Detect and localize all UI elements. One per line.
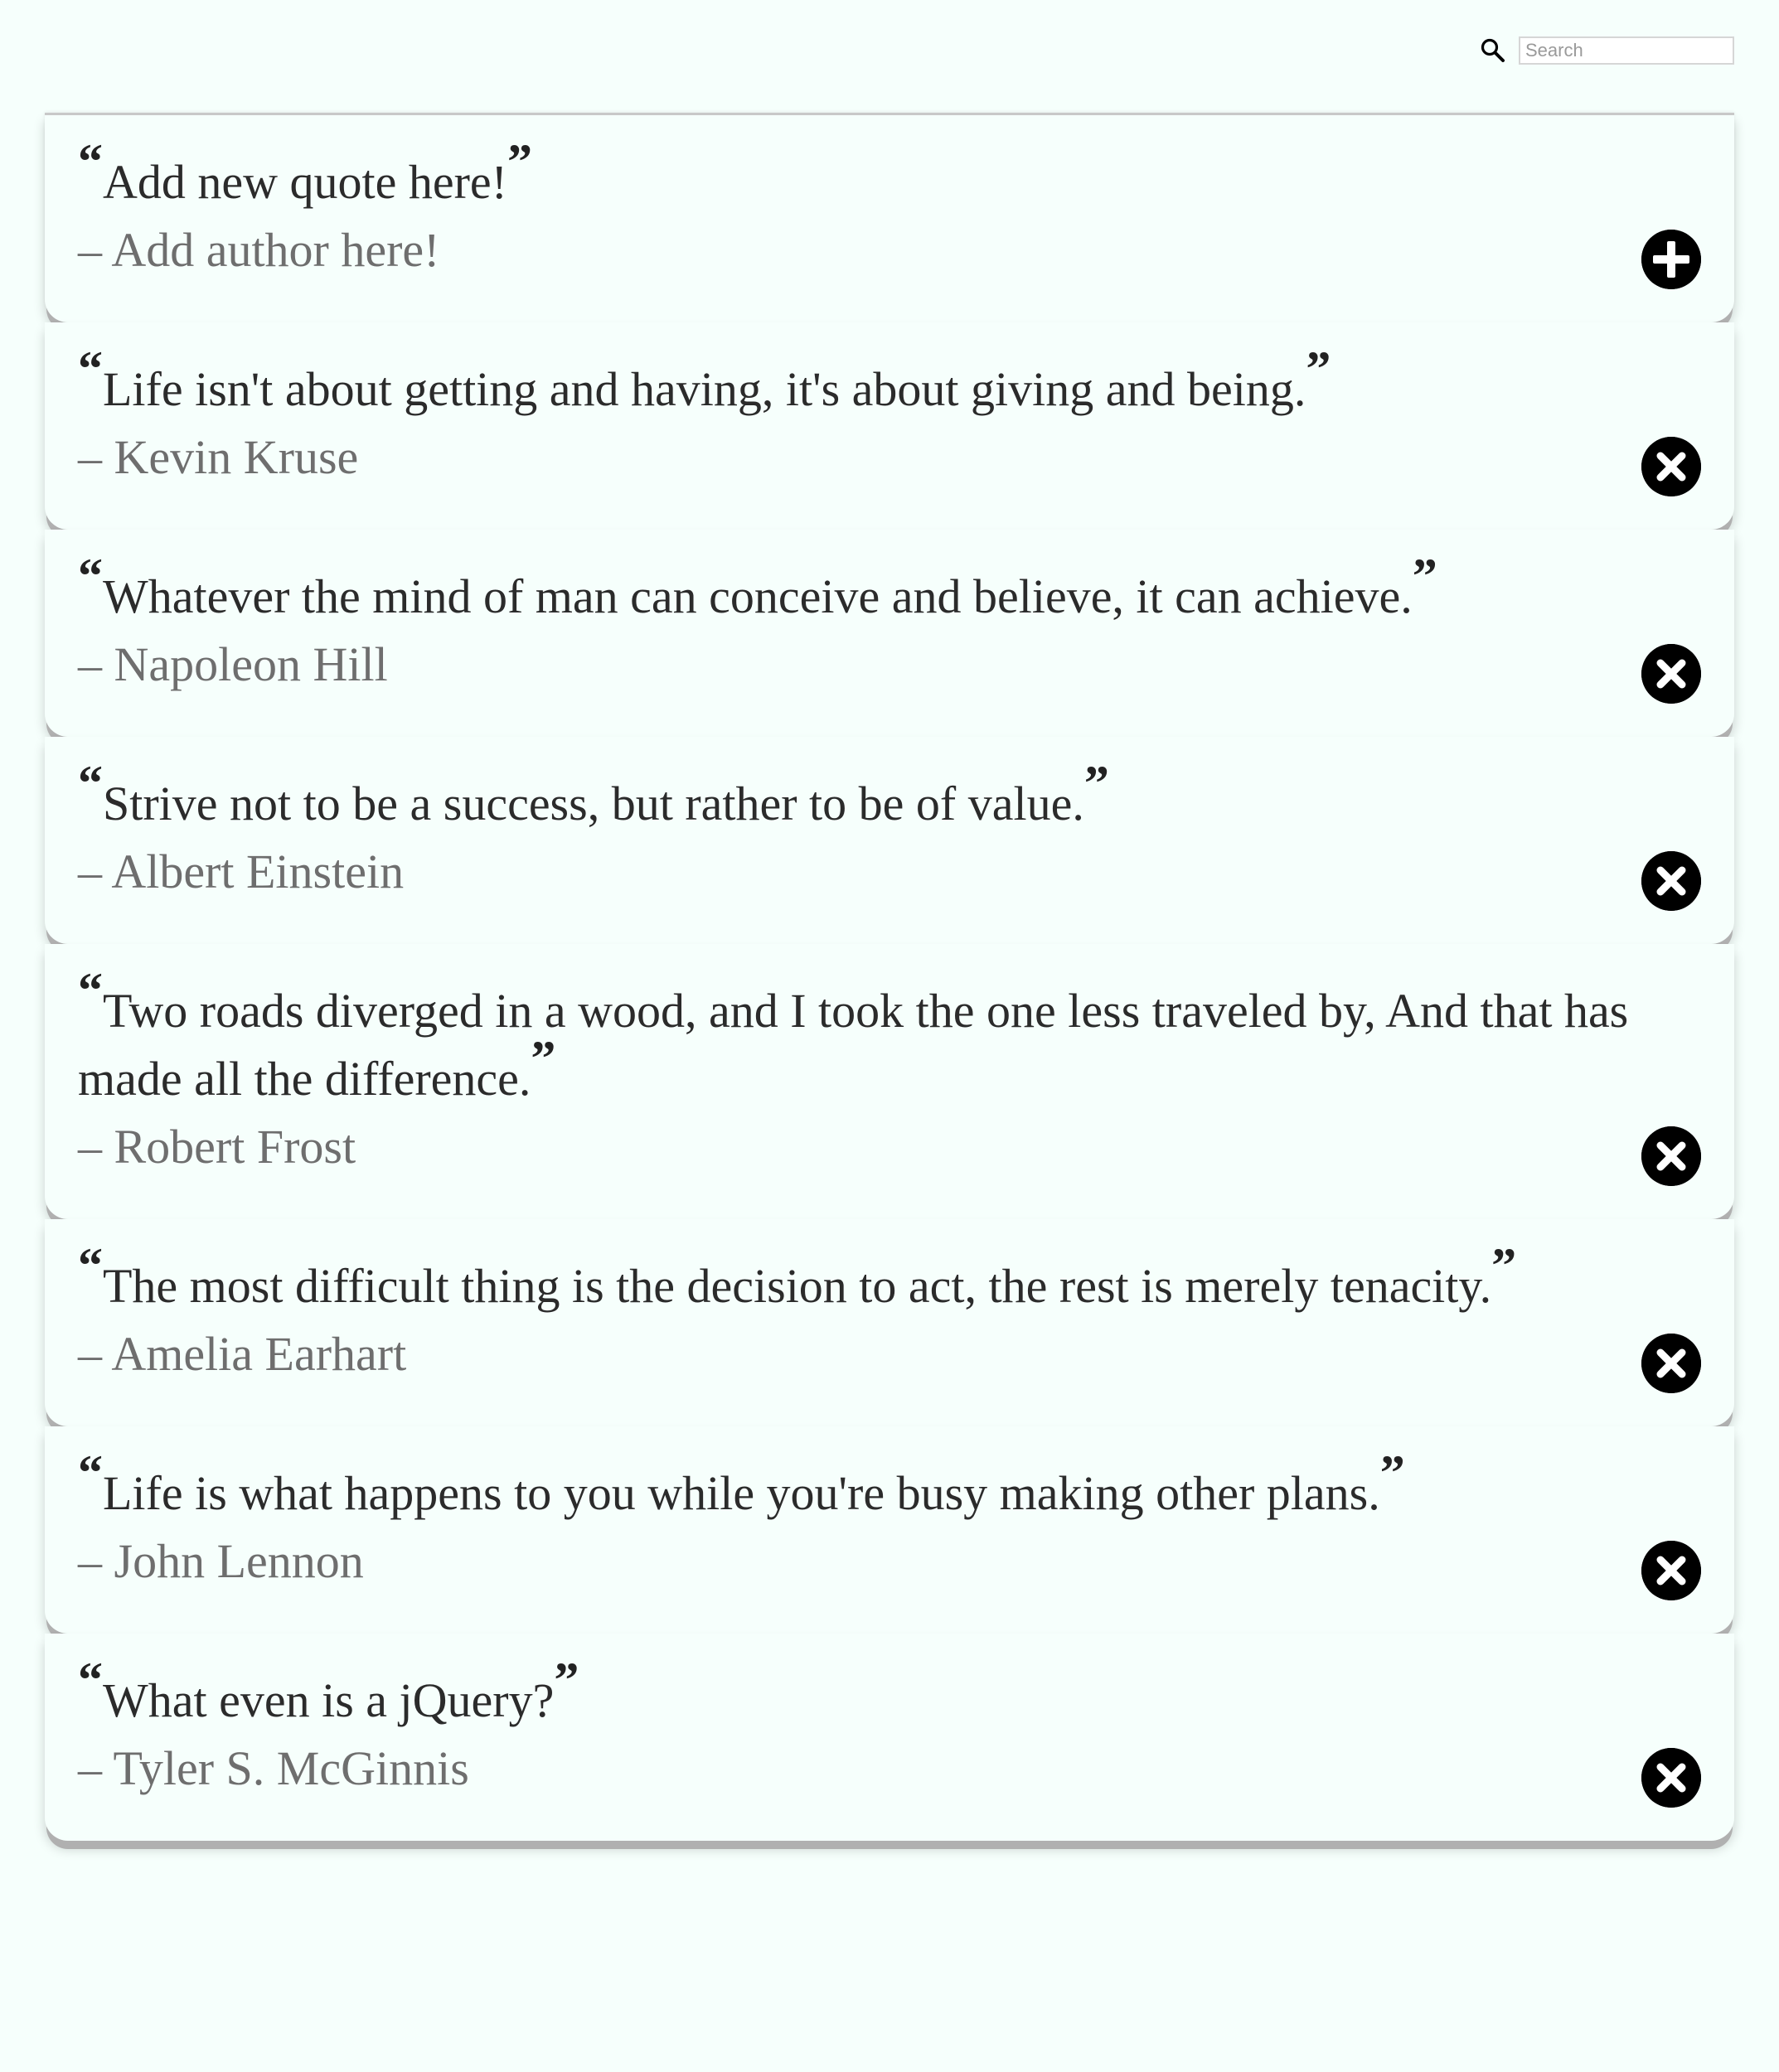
close-circle-icon xyxy=(1641,1541,1701,1600)
open-quote-mark: “ xyxy=(78,1238,103,1293)
delete-quote-button[interactable] xyxy=(1641,437,1701,496)
delete-quote-button[interactable] xyxy=(1641,1748,1701,1808)
author-dash: – xyxy=(78,223,102,277)
delete-quote-button[interactable] xyxy=(1641,1126,1701,1186)
open-quote-mark: “ xyxy=(78,134,103,189)
new-quote-input[interactable]: Add new quote here! xyxy=(103,155,507,209)
quote-card: “Strive not to be a success, but rather … xyxy=(45,737,1734,944)
quote-text: “Two roads diverged in a wood, and I too… xyxy=(78,966,1635,1113)
delete-quote-button[interactable] xyxy=(1641,1334,1701,1393)
quote-author: – Napoleon Hill xyxy=(78,631,1635,699)
search-icon xyxy=(1479,36,1507,65)
author-dash: – xyxy=(78,1741,102,1795)
close-quote-mark: ” xyxy=(554,1653,579,1707)
author-name: Albert Einstein xyxy=(111,845,405,898)
new-author-line[interactable]: – Add author here! xyxy=(78,216,1635,284)
author-name: Napoleon Hill xyxy=(114,637,388,691)
close-quote-mark: ” xyxy=(1412,549,1437,603)
quote-body: Two roads diverged in a wood, and I took… xyxy=(78,984,1629,1106)
author-name: Robert Frost xyxy=(114,1120,356,1174)
close-circle-icon xyxy=(1641,437,1701,496)
add-quote-button[interactable] xyxy=(1641,230,1701,289)
author-dash: – xyxy=(78,1534,102,1588)
quote-author: – Kevin Kruse xyxy=(78,424,1635,491)
close-circle-icon xyxy=(1641,644,1701,704)
author-name: John Lennon xyxy=(114,1534,364,1588)
quote-body: Life is what happens to you while you're… xyxy=(103,1466,1380,1520)
quote-card: “What even is a jQuery?” – Tyler S. McGin… xyxy=(45,1634,1734,1841)
quote-author: – Amelia Earhart xyxy=(78,1320,1635,1388)
author-dash: – xyxy=(78,1120,102,1174)
quote-text: “Whatever the mind of man can conceive a… xyxy=(78,551,1635,631)
close-quote-mark: ” xyxy=(1306,341,1331,396)
delete-quote-button[interactable] xyxy=(1641,851,1701,911)
quote-card: “Life is what happens to you while you'r… xyxy=(45,1426,1734,1634)
close-quote-mark: ” xyxy=(507,134,532,189)
new-quote-card: “Add new quote here!” – Add author here! xyxy=(45,113,1734,322)
quote-text: “The most difficult thing is the decisio… xyxy=(78,1241,1635,1320)
close-quote-mark: ” xyxy=(1083,756,1109,811)
search-bar xyxy=(1479,36,1734,65)
delete-quote-button[interactable] xyxy=(1641,644,1701,704)
close-circle-icon xyxy=(1641,1748,1701,1808)
quote-text: “Life is what happens to you while you'r… xyxy=(78,1448,1635,1527)
quote-text: “What even is a jQuery?” xyxy=(78,1655,1635,1735)
quote-author: – Albert Einstein xyxy=(78,838,1635,906)
quote-card: “The most difficult thing is the decisio… xyxy=(45,1219,1734,1426)
author-dash: – xyxy=(78,430,102,484)
open-quote-mark: “ xyxy=(78,1653,103,1707)
open-quote-mark: “ xyxy=(78,341,103,396)
open-quote-mark: “ xyxy=(78,963,103,1018)
author-dash: – xyxy=(78,637,102,691)
close-quote-mark: ” xyxy=(1491,1238,1517,1293)
quote-author: – Tyler S. McGinnis xyxy=(78,1735,1635,1803)
quote-text: “Strive not to be a success, but rather … xyxy=(78,758,1635,838)
quote-author: – John Lennon xyxy=(78,1527,1635,1595)
search-input[interactable] xyxy=(1519,36,1734,65)
author-name: Tyler S. McGinnis xyxy=(113,1741,469,1795)
quote-body: Strive not to be a success, but rather t… xyxy=(103,777,1084,830)
quote-body: The most difficult thing is the decision… xyxy=(103,1259,1492,1313)
quote-card: “Whatever the mind of man can conceive a… xyxy=(45,530,1734,737)
close-circle-icon xyxy=(1641,851,1701,911)
quote-author: – Robert Frost xyxy=(78,1113,1635,1181)
quote-text: “Life isn't about getting and having, it… xyxy=(78,344,1635,424)
open-quote-mark: “ xyxy=(78,549,103,603)
new-quote-text[interactable]: “Add new quote here!” xyxy=(78,137,1635,216)
author-name: Kevin Kruse xyxy=(114,430,359,484)
delete-quote-button[interactable] xyxy=(1641,1541,1701,1600)
open-quote-mark: “ xyxy=(78,1445,103,1500)
close-quote-mark: ” xyxy=(1379,1445,1405,1500)
quote-body: Whatever the mind of man can conceive an… xyxy=(103,569,1413,623)
new-author-input[interactable]: Add author here! xyxy=(111,223,439,277)
author-dash: – xyxy=(78,845,102,898)
close-quote-mark: ” xyxy=(531,1031,556,1086)
plus-circle-icon xyxy=(1641,230,1701,289)
quote-body: What even is a jQuery? xyxy=(103,1673,555,1727)
quote-card: “Life isn't about getting and having, it… xyxy=(45,322,1734,530)
author-name: Amelia Earhart xyxy=(111,1327,407,1381)
close-circle-icon xyxy=(1641,1126,1701,1186)
author-dash: – xyxy=(78,1327,102,1381)
quote-list: “Add new quote here!” – Add author here!… xyxy=(45,113,1734,1841)
quote-body: Life isn't about getting and having, it'… xyxy=(103,362,1306,416)
open-quote-mark: “ xyxy=(78,756,103,811)
close-circle-icon xyxy=(1641,1334,1701,1393)
quote-card: “Two roads diverged in a wood, and I too… xyxy=(45,944,1734,1219)
